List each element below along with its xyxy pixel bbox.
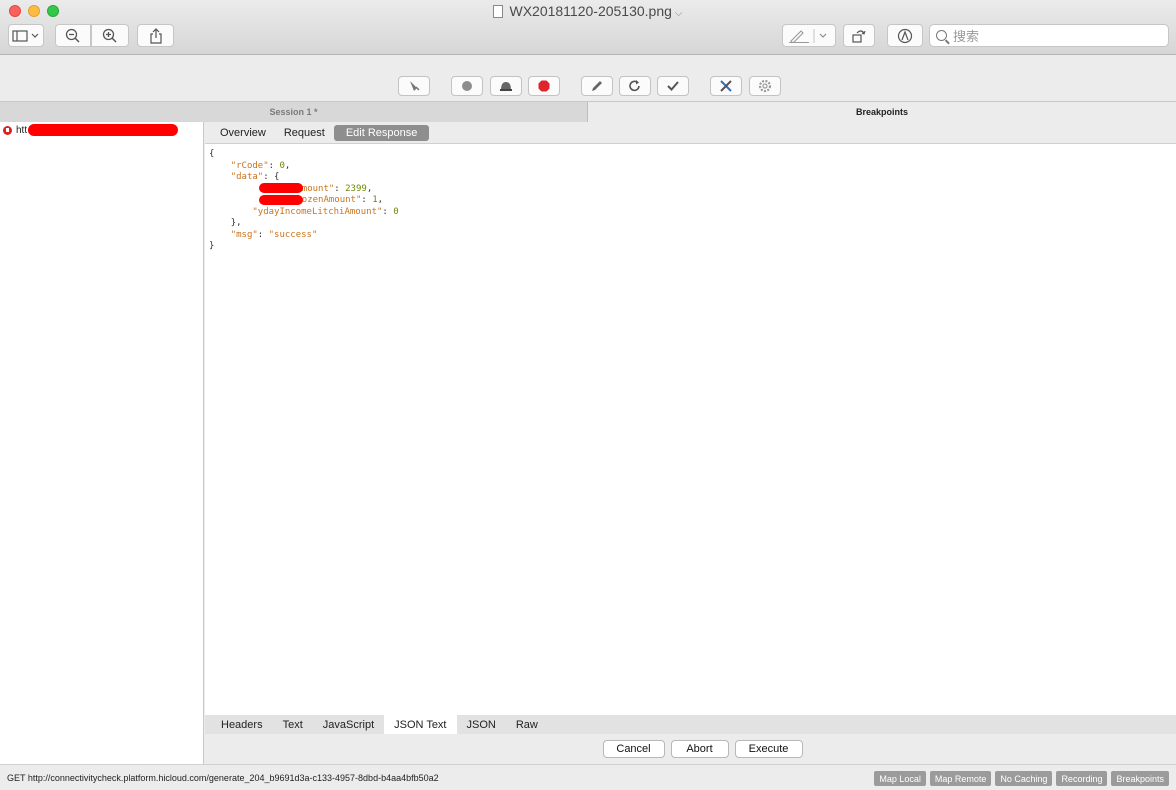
no-caching-badge[interactable]: No Caching	[995, 771, 1053, 786]
cancel-button[interactable]: Cancel	[602, 740, 665, 758]
zoom-out-button[interactable]	[55, 24, 91, 47]
tree-item-label: htt… …/account/	[16, 124, 178, 136]
format-tabs: Headers Text JavaScript JSON Text JSON R…	[205, 715, 1176, 734]
editor-line: "msg": "success"	[230, 229, 318, 240]
title-bar: WX20181120-205130.png ⌵ 搜索	[0, 0, 1176, 55]
tab-text[interactable]: Text	[273, 717, 313, 733]
validate-button[interactable]	[657, 76, 689, 96]
sidebar-toggle-button[interactable]	[8, 24, 44, 47]
record-button[interactable]	[451, 76, 483, 96]
editor-line: }	[209, 241, 215, 251]
charles-toolbar	[0, 56, 1176, 101]
markup-icon	[897, 28, 913, 43]
editor-line: "rCode": 0,	[230, 160, 291, 171]
clear-session-button[interactable]	[398, 76, 430, 96]
tab-overview[interactable]: Overview	[211, 125, 275, 141]
repeat-button[interactable]	[619, 76, 651, 96]
tab-json[interactable]: JSON	[457, 717, 506, 733]
zoom-in-button[interactable]	[91, 24, 129, 47]
tab-raw[interactable]: Raw	[506, 717, 548, 733]
search-placeholder: 搜索	[953, 29, 980, 44]
search-icon	[936, 30, 947, 41]
repeat-icon	[629, 80, 640, 92]
settings-icon	[758, 79, 772, 93]
tools-icon	[720, 80, 732, 92]
search-field[interactable]: 搜索	[929, 24, 1169, 47]
share-button[interactable]	[137, 24, 174, 47]
editor-line: {	[209, 149, 215, 159]
share-icon	[149, 27, 162, 44]
status-text: GET http://connectivitycheck.platform.hi…	[7, 773, 439, 783]
breakpoint-actions: Cancel Abort Execute	[205, 734, 1176, 764]
editor-line: },	[230, 218, 242, 228]
tab-request[interactable]: Request	[275, 125, 334, 141]
detail-pane: Overview Request Edit Response { "rCode"…	[205, 122, 1176, 764]
redaction-mark	[28, 124, 178, 136]
redaction-mark	[259, 195, 303, 205]
document-icon	[493, 5, 504, 18]
edit-icon	[592, 81, 602, 91]
status-bar: GET http://connectivitycheck.platform.hi…	[0, 764, 1176, 790]
breakpoints-badge[interactable]: Breakpoints	[1111, 771, 1169, 786]
tab-headers[interactable]: Headers	[211, 717, 273, 733]
execute-button[interactable]: Execute	[734, 740, 803, 758]
breakpoints-toggle-button[interactable]	[528, 76, 560, 96]
app-window: WX20181120-205130.png ⌵ 搜索 Session 1 * B…	[0, 0, 1176, 790]
markup-toolbar-button[interactable]	[887, 24, 923, 47]
breakpoint-stop-icon	[3, 126, 12, 135]
window-title-text: WX20181120-205130.png	[509, 3, 672, 19]
structure-tree: htt… …/account/	[0, 122, 204, 764]
detail-tabs: Overview Request Edit Response	[205, 122, 1176, 143]
tab-javascript[interactable]: JavaScript	[313, 717, 384, 733]
tab-session[interactable]: Session 1 *	[0, 102, 588, 122]
tab-edit-response[interactable]: Edit Response	[333, 124, 430, 141]
tools-button[interactable]	[710, 76, 742, 96]
map-local-badge[interactable]: Map Local	[874, 771, 926, 786]
zoom-in-icon	[102, 28, 117, 43]
throttle-icon	[500, 82, 512, 91]
tab-json-text[interactable]: JSON Text	[384, 715, 457, 734]
tab-breakpoints[interactable]: Breakpoints	[588, 102, 1176, 122]
sidebar-icon	[12, 29, 39, 42]
validate-icon	[667, 81, 679, 91]
editor-line: "data": {	[230, 172, 280, 182]
pen-icon	[789, 28, 827, 43]
breakpoint-icon	[538, 80, 550, 92]
status-badges: Map Local Map Remote No Caching Recordin…	[874, 771, 1169, 786]
redaction-mark	[259, 182, 303, 193]
compose-button[interactable]	[581, 76, 613, 96]
editor-line: Amount": 2399,	[209, 182, 1172, 196]
throttle-button[interactable]	[490, 76, 522, 96]
session-header: Session 1 * Breakpoints	[0, 101, 1176, 122]
json-text-editor[interactable]: { "rCode": 0, "data": { Amount": 2399, r…	[205, 143, 1176, 715]
recording-badge[interactable]: Recording	[1056, 771, 1108, 786]
rotate-button[interactable]	[843, 24, 875, 47]
settings-button[interactable]	[749, 76, 781, 96]
rotate-icon	[852, 29, 866, 43]
title-chevron-icon[interactable]: ⌵	[675, 8, 683, 19]
editor-line: rozenAmount": 1,	[209, 195, 1172, 207]
map-remote-badge[interactable]: Map Remote	[929, 771, 992, 786]
record-icon	[462, 81, 472, 91]
zoom-out-icon	[65, 28, 80, 43]
window-title[interactable]: WX20181120-205130.png ⌵	[0, 3, 1176, 19]
markup-pen-button[interactable]	[782, 24, 836, 47]
broom-icon	[410, 81, 420, 91]
editor-line: "ydayIncomeLitchiAmount": 0	[252, 206, 399, 217]
tree-item-breakpoint[interactable]: htt… …/account/	[3, 124, 178, 136]
abort-button[interactable]: Abort	[670, 740, 729, 758]
